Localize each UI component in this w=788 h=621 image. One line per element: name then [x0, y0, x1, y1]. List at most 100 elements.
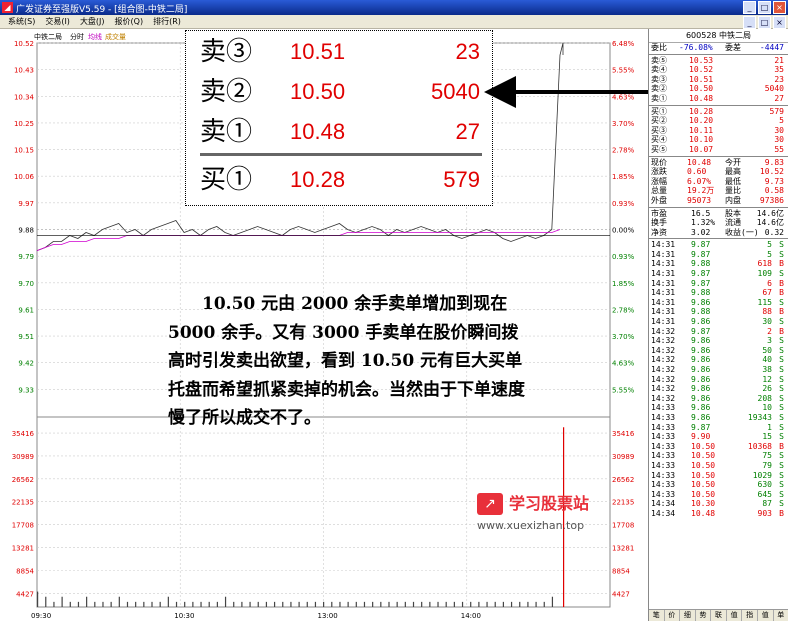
watermark-name: 学习股票站	[509, 494, 590, 513]
quote-tab[interactable]: 价	[665, 610, 681, 621]
stat-value: 0.58	[764, 186, 784, 196]
tick-row: 14:33 10.50 10368 B	[649, 442, 788, 452]
quote-tab[interactable]: 联	[711, 610, 727, 621]
bid-price: 10.10	[689, 135, 714, 145]
volume-bar	[126, 601, 129, 607]
tick-time: 14:34	[651, 499, 676, 509]
volume-bar	[429, 601, 431, 607]
volume-bar	[510, 601, 513, 607]
ask-row: 卖⑤ 10.53 21	[649, 56, 788, 66]
zoom-row-ask3: 卖③ 10.51 23	[186, 33, 494, 71]
window-titlebar: ◢ 广发证券至强版V5.59 - [组合图-中铁二局] _ □ ×	[0, 0, 788, 15]
ask-volume: 23	[774, 74, 784, 84]
quote-tab[interactable]: 单	[774, 610, 788, 621]
ask-row: 卖③ 10.51 23	[649, 75, 788, 85]
bid-row: 买⑤ 10.07 55	[649, 145, 788, 155]
maximize-button[interactable]: □	[758, 1, 771, 14]
volume-bar	[486, 601, 488, 607]
stat-label: 今开	[725, 157, 741, 167]
tick-row: 14:32 9.86 3 S	[649, 336, 788, 346]
stat-label: 量比	[725, 186, 741, 196]
tick-time: 14:33	[651, 432, 676, 442]
tick-time: 14:32	[651, 345, 676, 355]
tick-volume: 1029	[752, 470, 772, 480]
tick-side: S	[779, 499, 784, 509]
menu-quote[interactable]: 报价(Q)	[110, 15, 149, 28]
tick-price: 9.87	[691, 240, 711, 250]
quote-tab[interactable]: 笔	[649, 610, 665, 621]
chart-tab-volume[interactable]: 成交量	[105, 32, 126, 41]
volume-bar	[314, 601, 317, 607]
volume-bar	[380, 601, 382, 607]
menu-market[interactable]: 大盘(J)	[75, 15, 110, 28]
tick-price: 9.86	[691, 384, 711, 394]
tick-price: 9.87	[691, 326, 711, 336]
tick-side: S	[779, 489, 784, 499]
tick-time: 14:32	[651, 336, 676, 346]
minimize-button[interactable]: _	[743, 1, 756, 14]
bid-price: 10.07	[689, 144, 714, 154]
tick-side: S	[779, 345, 784, 355]
tick-volume: 10368	[747, 441, 772, 451]
quote-tab[interactable]: 势	[696, 610, 712, 621]
quote-tab[interactable]: 指	[742, 610, 758, 621]
pct-tick-label: 1.85%	[612, 173, 635, 181]
volume-bar	[331, 601, 333, 607]
inner-restore-button[interactable]: □	[758, 16, 771, 29]
tick-row: 14:31 9.86 30 S	[649, 317, 788, 327]
tick-side: S	[779, 317, 784, 327]
tick-side: B	[779, 441, 784, 451]
menu-ranking[interactable]: 排行(R)	[148, 15, 186, 28]
divider	[649, 206, 788, 208]
ask-label: 卖④	[651, 65, 667, 75]
menu-trade[interactable]: 交易(I)	[40, 15, 75, 28]
tick-row: 14:31 9.88 88 B	[649, 307, 788, 317]
volume-bar	[298, 601, 300, 607]
stat-label: 最高	[725, 167, 741, 177]
close-button[interactable]: ×	[773, 1, 786, 14]
inner-minimize-button[interactable]: _	[743, 16, 756, 29]
window-controls: _ □ ×	[743, 1, 786, 14]
volume-bar	[159, 601, 161, 607]
tick-row: 14:32 9.86 12 S	[649, 375, 788, 385]
tick-volume: 6	[767, 278, 772, 288]
quote-tab[interactable]: 细	[680, 610, 696, 621]
tick-row: 14:33 10.50 75 S	[649, 451, 788, 461]
tick-time: 14:32	[651, 384, 676, 394]
inner-close-button[interactable]: ×	[773, 16, 786, 29]
volume-bar	[323, 601, 325, 607]
tick-price: 9.86	[691, 297, 711, 307]
tick-side: S	[779, 240, 784, 250]
zoom-row-bid1: 买① 10.28 579	[186, 161, 494, 199]
chart-tab-avg[interactable]: 均线	[88, 32, 102, 41]
tick-price: 9.87	[691, 269, 711, 279]
order-book-zoom: 卖③ 10.51 23 卖② 10.50 5040 卖① 10.48 27 买①…	[185, 30, 493, 206]
chart-tab-minute[interactable]: 分时	[70, 32, 84, 41]
tick-side: S	[779, 355, 784, 365]
app-icon: ◢	[2, 2, 13, 13]
volume-bar	[412, 601, 415, 607]
volume-bar	[45, 596, 47, 607]
volume-bar	[494, 601, 496, 607]
tick-time: 14:33	[651, 422, 676, 432]
quote-tab[interactable]: 值	[727, 610, 743, 621]
zoom-price: 10.50	[290, 79, 346, 104]
bid-volume: 5	[779, 116, 784, 126]
volume-bar	[453, 601, 455, 607]
quote-tab[interactable]: 值	[758, 610, 774, 621]
menu-system[interactable]: 系统(S)	[3, 15, 40, 28]
tick-side: B	[779, 288, 784, 298]
price-tick-label: 10.43	[14, 67, 34, 75]
bid-label: 买⑤	[651, 144, 667, 154]
tick-list[interactable]: 14:31 9.87 5 S 14:31 9.87 5 S 14:31 9.88 618 B 14:31…	[649, 240, 788, 518]
tick-price: 9.86	[691, 374, 711, 384]
price-tick-label: 10.52	[14, 40, 34, 48]
stat-label: 涨幅	[651, 176, 667, 186]
tick-row: 14:33 10.50 79 S	[649, 461, 788, 471]
stat-value: 0.32	[764, 227, 784, 237]
volume-bar	[347, 601, 349, 607]
chart-stock-name: 中铁二局	[34, 32, 62, 41]
tick-side: S	[779, 422, 784, 432]
volume-tick-label-right: 26562	[612, 476, 634, 484]
price-tick-label: 9.51	[18, 333, 34, 341]
